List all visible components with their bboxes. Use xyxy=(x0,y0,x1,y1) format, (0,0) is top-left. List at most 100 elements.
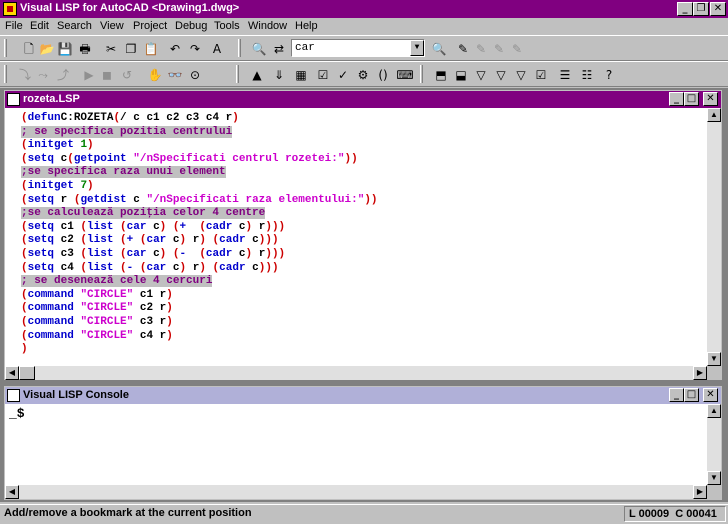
copy-icon[interactable]: ❐ xyxy=(122,40,140,58)
scroll-right-icon[interactable]: ▶ xyxy=(693,366,707,380)
toolbar-grip[interactable] xyxy=(236,65,239,83)
code-line[interactable]: (setq c3 (list (car c) (- (cadr c) r))) xyxy=(21,248,285,261)
numbered-list-icon[interactable]: ☷ xyxy=(578,66,596,84)
maximize-icon[interactable]: □ xyxy=(684,92,699,106)
scroll-right-icon[interactable]: ▶ xyxy=(693,485,707,499)
step-over-icon[interactable]: ⤳ xyxy=(34,66,52,84)
code-line[interactable]: (setq c(getpoint "/nSpecificati centrul … xyxy=(21,153,358,166)
close-icon[interactable]: ✕ xyxy=(703,92,718,106)
continue-icon[interactable]: ▶ xyxy=(80,66,98,84)
menu-debug[interactable]: Debug xyxy=(175,18,207,35)
minimize-icon[interactable]: _ xyxy=(677,2,693,16)
minimize-icon[interactable]: _ xyxy=(669,388,684,402)
load-active-window-icon[interactable]: ⇓ xyxy=(270,66,288,84)
console-horizontal-scrollbar[interactable]: ◀ ▶ xyxy=(5,485,707,499)
code-line[interactable]: (defunC:ROZETA(/ c c1 c2 c3 c4 r) xyxy=(21,112,239,125)
toggle-breakpoint-icon[interactable]: ✋ xyxy=(146,66,164,84)
previous-bookmark-icon[interactable]: ✎ xyxy=(490,40,508,58)
open-file-icon[interactable]: 📂 xyxy=(38,40,56,58)
save-icon[interactable]: 💾 xyxy=(56,40,74,58)
menu-file[interactable]: File xyxy=(5,18,23,35)
code-line[interactable]: (command "CIRCLE" c1 r) xyxy=(21,289,173,302)
activate-autocad-icon[interactable]: ▲ xyxy=(248,66,266,84)
menu-window[interactable]: Window xyxy=(248,18,287,35)
step-into-icon[interactable]: ⤵ xyxy=(16,66,34,84)
toolbar-grip[interactable] xyxy=(420,65,423,83)
toolbar-grip[interactable] xyxy=(4,65,7,83)
code-line[interactable]: (command "CIRCLE" c3 r) xyxy=(21,316,173,329)
list-view-icon[interactable]: ☰ xyxy=(556,66,574,84)
menu-project[interactable]: Project xyxy=(133,18,167,35)
menu-view[interactable]: View xyxy=(100,18,124,35)
scroll-up-icon[interactable]: ▲ xyxy=(707,108,721,122)
scroll-left-icon[interactable]: ◀ xyxy=(5,485,19,499)
code-line[interactable]: (setq r (getdist c "/nSpecificati raza e… xyxy=(21,194,378,207)
toggle-bookmark-icon[interactable]: ✎ xyxy=(454,40,472,58)
step-out-icon[interactable]: ⤴ xyxy=(54,66,72,84)
complete-word-icon[interactable]: A xyxy=(208,40,226,58)
replace-icon[interactable]: ⇄ xyxy=(270,40,288,58)
restore-icon[interactable]: ❐ xyxy=(693,2,709,16)
undo-icon[interactable]: ↶ xyxy=(166,40,184,58)
search-combo[interactable]: car ▼ xyxy=(291,39,425,57)
chevron-down-icon[interactable]: ▼ xyxy=(410,40,424,56)
last-break-icon[interactable]: ⊙ xyxy=(186,66,204,84)
load-selection-icon[interactable]: ▦ xyxy=(292,66,310,84)
code-line[interactable]: ; se specifica pozitia centrului xyxy=(21,125,233,139)
code-line[interactable]: ; se desenează cele 4 cercuri xyxy=(21,275,213,288)
scroll-up-icon[interactable]: ▲ xyxy=(707,404,721,418)
scroll-down-icon[interactable]: ▼ xyxy=(707,352,721,366)
trace-icon[interactable]: ▽ xyxy=(472,66,490,84)
print-icon[interactable]: 🖶 xyxy=(76,40,94,58)
editor-vertical-scrollbar[interactable]: ▲ ▼ xyxy=(707,108,721,366)
paste-icon[interactable]: 📋 xyxy=(142,40,160,58)
apropos-icon[interactable]: ▽ xyxy=(512,66,530,84)
add-watch-icon[interactable]: 👓 xyxy=(166,66,184,84)
check-editor-icon[interactable]: ☑ xyxy=(314,66,332,84)
new-file-icon[interactable]: 🗋 xyxy=(20,40,38,58)
menu-help[interactable]: Help xyxy=(295,18,318,35)
search-toolbar-icon[interactable]: 🔍 xyxy=(430,40,448,58)
watch-window-icon[interactable]: ☑ xyxy=(532,66,550,84)
code-line[interactable]: (command "CIRCLE" c4 r) xyxy=(21,330,173,343)
code-line[interactable]: (initget 1) xyxy=(21,139,94,152)
check-selection-icon[interactable]: ✓ xyxy=(334,66,352,84)
code-line[interactable]: ;se calculează poziţia celor 4 centre xyxy=(21,207,266,220)
toolbar-grip[interactable] xyxy=(4,39,7,57)
redo-icon[interactable]: ↷ xyxy=(186,40,204,58)
console-title-bar[interactable]: Visual LISP Console _ □ ✕ xyxy=(5,387,721,404)
menu-tools[interactable]: Tools xyxy=(214,18,240,35)
format-edit-window-icon[interactable]: ⚙ xyxy=(354,66,372,84)
code-line[interactable]: (setq c2 (list (+ (car c) r) (cadr c))) xyxy=(21,234,279,247)
help-question-icon[interactable]: ? xyxy=(600,66,618,84)
code-line[interactable]: (initget 7) xyxy=(21,180,94,193)
app-icon[interactable] xyxy=(3,2,17,16)
next-bookmark-icon[interactable]: ✎ xyxy=(472,40,490,58)
find-icon[interactable]: 🔍 xyxy=(250,40,268,58)
scroll-thumb[interactable] xyxy=(19,366,35,380)
clear-bookmarks-icon[interactable]: ✎ xyxy=(508,40,526,58)
help-icon[interactable]: ⌨ xyxy=(396,66,414,84)
scroll-left-icon[interactable]: ◀ xyxy=(5,366,19,380)
scroll-down-icon[interactable]: ▼ xyxy=(707,471,721,485)
editor-title-bar[interactable]: rozeta.LSP _ □ ✕ xyxy=(5,91,721,108)
quit-icon[interactable]: ◼ xyxy=(98,66,116,84)
parentheses-match-icon[interactable]: () xyxy=(374,66,392,84)
close-icon[interactable]: ✕ xyxy=(710,2,726,16)
editor-horizontal-scrollbar[interactable]: ◀ ▶ xyxy=(5,366,707,380)
menu-edit[interactable]: Edit xyxy=(30,18,49,35)
console-area[interactable]: _$ xyxy=(5,404,707,485)
code-line[interactable]: (setq c4 (list (- (car c) r) (cadr c))) xyxy=(21,262,279,275)
close-icon[interactable]: ✕ xyxy=(703,388,718,402)
code-line[interactable]: ) xyxy=(21,343,28,356)
toolbar-grip[interactable] xyxy=(238,39,241,57)
code-line[interactable]: (setq c1 (list (car c) (+ (cadr c) r))) xyxy=(21,221,285,234)
menu-search[interactable]: Search xyxy=(57,18,92,35)
code-editor[interactable]: (defunC:ROZETA(/ c c1 c2 c3 c4 r); se sp… xyxy=(5,108,707,366)
cut-icon[interactable]: ✂ xyxy=(102,40,120,58)
search-input[interactable]: car xyxy=(295,42,315,54)
minimize-icon[interactable]: _ xyxy=(669,92,684,106)
symbol-service-icon[interactable]: ▽ xyxy=(492,66,510,84)
reset-icon[interactable]: ↺ xyxy=(118,66,136,84)
load-text-icon[interactable]: ⬒ xyxy=(432,66,450,84)
